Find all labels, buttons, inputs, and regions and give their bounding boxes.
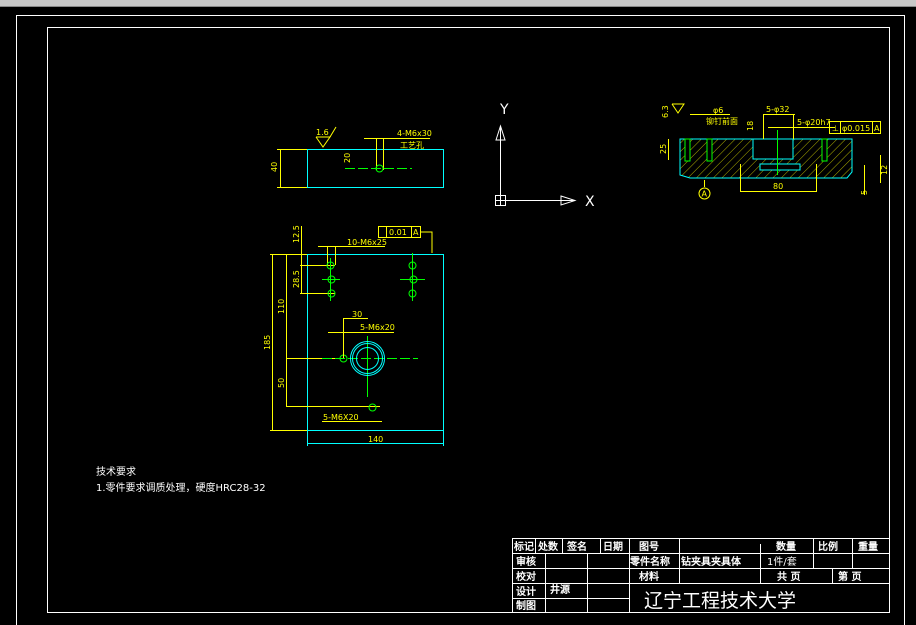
- svg-text:井源: 井源: [550, 583, 570, 596]
- holes-mid: 5-M6x20: [360, 323, 395, 332]
- svg-text:钻夹具夹具体: 钻夹具夹具体: [681, 555, 742, 568]
- tech-requirement-1: 1.零件要求调质处理，硬度HRC28-32: [96, 481, 266, 494]
- holes-bottom: 5-M6X20: [323, 413, 359, 422]
- svg-text:25: 25: [659, 144, 668, 154]
- cad-drawing-canvas[interactable]: 40 1.6 4-M6x30 工艺孔 20 185 110 50 12.5 28…: [0, 0, 916, 625]
- side-view: 40 1.6 4-M6x30 工艺孔 20: [270, 126, 444, 188]
- hole-note: 4-M6x30: [397, 129, 432, 138]
- svg-text:签名: 签名: [566, 540, 587, 553]
- svg-text:制图: 制图: [516, 599, 536, 612]
- svg-text:5: 5: [860, 190, 869, 195]
- svg-text:标记: 标记: [513, 540, 534, 553]
- svg-text:6.3: 6.3: [661, 105, 670, 118]
- svg-text:12: 12: [880, 165, 889, 175]
- svg-text:18: 18: [746, 121, 755, 131]
- svg-text:共 页: 共 页: [777, 570, 800, 583]
- section-view: 6.3 φ6 铆钉前面 5-φ32 18 5-φ20h7 ⊥ φ0.015 A …: [659, 103, 889, 200]
- svg-text:φ0.015: φ0.015: [842, 124, 870, 133]
- dim-30: 30: [352, 310, 362, 319]
- svg-text:材料: 材料: [639, 570, 659, 583]
- svg-text:5-φ32: 5-φ32: [766, 105, 789, 114]
- svg-text:校对: 校对: [516, 570, 536, 583]
- svg-text:日期: 日期: [603, 540, 623, 553]
- title-block-text: 标记 处数 签名 日期 审核 校对 设计 井源 制图 图号 零件名称 钻夹具夹具…: [513, 540, 878, 612]
- svg-text:第 页: 第 页: [838, 570, 861, 583]
- svg-text:数量: 数量: [776, 540, 796, 553]
- dim-hole: 20: [343, 153, 352, 163]
- surface-finish: 1.6: [316, 128, 329, 137]
- svg-text:重量: 重量: [858, 540, 878, 553]
- ucs-axis-icon: [495, 124, 577, 206]
- dim-width: 140: [368, 435, 383, 444]
- dim-height: 40: [270, 162, 279, 172]
- dim-total: 185: [263, 335, 272, 350]
- plan-view: 185 110 50 12.5 28.5 10-M6x25 0.01 A 30 …: [263, 225, 444, 446]
- x-axis-label: X: [585, 194, 595, 210]
- holes-top: 10-M6x25: [347, 238, 387, 247]
- dim-110: 110: [277, 299, 286, 314]
- svg-text:铆钉前面: 铆钉前面: [706, 116, 738, 126]
- section-tolerance-frame: ⊥ φ0.015 A: [829, 121, 881, 134]
- dim-28-5: 28.5: [292, 270, 301, 288]
- svg-text:图号: 图号: [639, 541, 659, 553]
- dim-50: 50: [277, 378, 286, 388]
- svg-text:零件名称: 零件名称: [629, 555, 670, 568]
- svg-text:处数: 处数: [537, 540, 559, 553]
- tech-requirements-title: 技术要求: [96, 465, 136, 478]
- svg-text:审核: 审核: [516, 555, 536, 568]
- svg-text:设计: 设计: [516, 585, 536, 598]
- svg-text:φ6: φ6: [713, 106, 723, 115]
- svg-text:⊥: ⊥: [832, 124, 839, 133]
- svg-text:A: A: [874, 124, 880, 133]
- svg-text:A: A: [702, 190, 708, 199]
- svg-text:5-φ20h7: 5-φ20h7: [797, 118, 831, 127]
- svg-text:比例: 比例: [818, 540, 838, 553]
- svg-text:0.01: 0.01: [389, 228, 407, 237]
- y-axis-label: Y: [499, 102, 509, 118]
- svg-text:A: A: [413, 228, 419, 237]
- svg-text:80: 80: [773, 182, 783, 191]
- svg-text:1件/套: 1件/套: [767, 555, 797, 568]
- school-name: 辽宁工程技术大学: [644, 590, 796, 612]
- hole-note2: 工艺孔: [400, 141, 424, 150]
- dim-12-5: 12.5: [292, 225, 301, 243]
